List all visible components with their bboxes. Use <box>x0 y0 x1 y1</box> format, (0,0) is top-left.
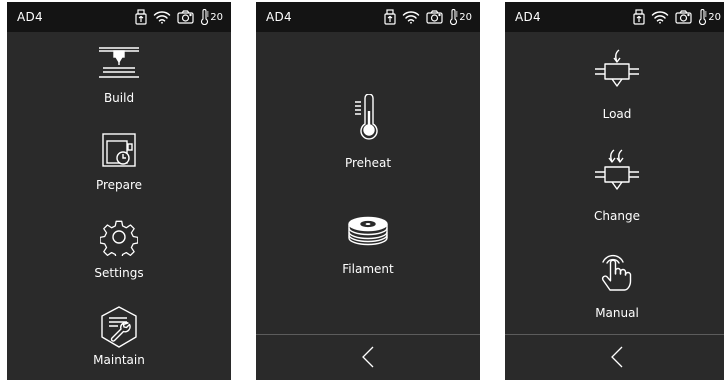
prepare-menu-item[interactable]: Prepare <box>7 132 231 212</box>
wifi-icon <box>154 11 171 24</box>
status-icons: 20 <box>135 8 223 26</box>
temperature-readout: 20 <box>449 9 472 25</box>
device-name: AD4 <box>266 10 292 24</box>
settings-menu-item[interactable]: Settings <box>7 218 231 298</box>
gear-icon <box>100 220 138 256</box>
usb-icon <box>633 9 645 25</box>
main-menu-screen: AD4 20 Build Prepare Settings Maintain <box>7 2 231 380</box>
back-button[interactable] <box>343 335 393 380</box>
maintain-menu-item[interactable]: Maintain <box>7 305 231 380</box>
device-name: AD4 <box>515 10 541 24</box>
build-menu-item[interactable]: Build <box>7 46 231 126</box>
usb-icon <box>384 9 396 25</box>
thermometer-icon <box>201 9 209 25</box>
status-bar: AD4 20 <box>505 2 724 32</box>
status-icons: 20 <box>384 8 472 26</box>
back-button[interactable] <box>592 335 642 380</box>
menu-label: Maintain <box>93 353 145 367</box>
hand-pointer-icon <box>601 254 632 291</box>
menu-label: Build <box>103 91 135 105</box>
menu-label: Change <box>594 209 640 223</box>
wrench-icon <box>101 306 137 348</box>
chevron-left-icon <box>362 346 374 368</box>
camera-icon <box>177 10 194 24</box>
menu-label: Settings <box>94 266 144 280</box>
load-menu-item[interactable]: Load <box>505 48 724 128</box>
filament-load-icon <box>595 49 639 87</box>
prepare-icon <box>102 133 136 167</box>
thermometer-icon <box>699 9 707 25</box>
camera-icon <box>426 10 443 24</box>
menu-label: Preheat <box>344 156 392 170</box>
footer <box>256 334 480 380</box>
thermometer-icon <box>450 9 458 25</box>
temperature-value: 20 <box>708 11 721 23</box>
menu-label: Prepare <box>95 178 143 192</box>
temperature-readout: 20 <box>698 9 721 25</box>
manual-menu-item[interactable]: Manual <box>505 250 724 330</box>
menu-label: Manual <box>595 306 639 320</box>
chevron-left-icon <box>611 346 623 368</box>
temperature-value: 20 <box>459 11 472 23</box>
thermometer-icon <box>355 94 378 140</box>
device-name: AD4 <box>17 10 43 24</box>
status-bar: AD4 20 <box>7 2 231 32</box>
wifi-icon <box>403 11 420 24</box>
menu-label: Filament <box>342 262 394 276</box>
camera-icon <box>675 10 692 24</box>
menu-label: Load <box>602 107 632 121</box>
preheat-menu-item[interactable]: Preheat <box>256 94 480 174</box>
filament-screen: AD4 20 Load Change Manual <box>505 2 724 380</box>
filament-change-icon <box>595 149 639 190</box>
spool-icon <box>348 216 388 246</box>
temperature-value: 20 <box>210 11 223 23</box>
wifi-icon <box>652 11 669 24</box>
status-icons: 20 <box>633 8 721 26</box>
footer <box>505 334 724 380</box>
prepare-screen: AD4 20 Preheat Filament <box>256 2 480 380</box>
status-bar: AD4 20 <box>256 2 480 32</box>
filament-menu-item[interactable]: Filament <box>256 216 480 296</box>
change-menu-item[interactable]: Change <box>505 148 724 228</box>
usb-icon <box>135 9 147 25</box>
temperature-readout: 20 <box>200 9 223 25</box>
build-icon <box>99 47 139 78</box>
